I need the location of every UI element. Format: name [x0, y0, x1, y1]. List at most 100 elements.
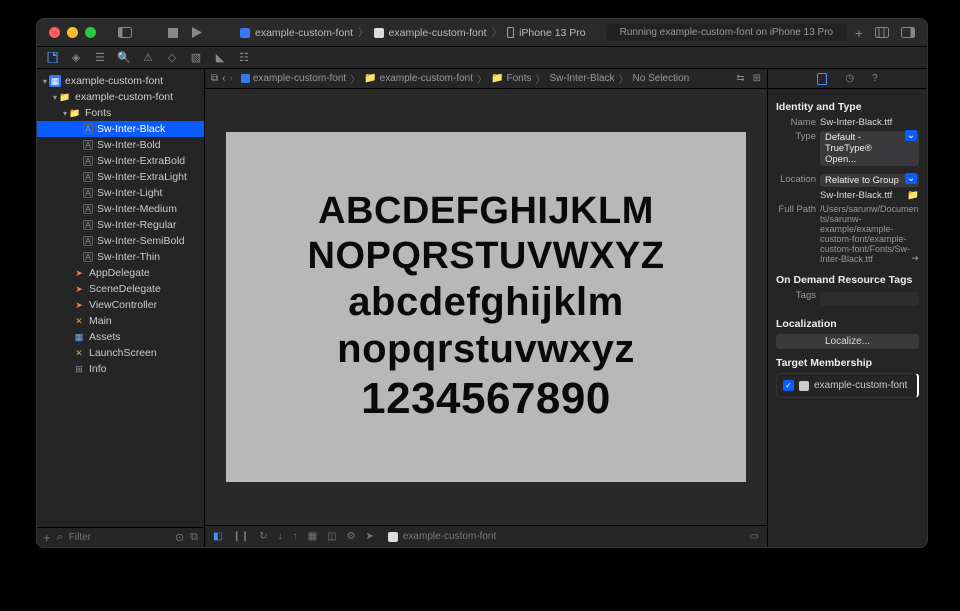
- breakpoints-toggle-icon[interactable]: ◧: [213, 531, 222, 542]
- step-into-icon[interactable]: ↓: [278, 531, 283, 542]
- debug-bar: ◧ ❙❙ ↻ ↓ ↑ ▦ ◫ ⚙ ➤ example-custom-font ▭: [205, 525, 767, 547]
- memory-graph-icon[interactable]: ◫: [327, 531, 336, 542]
- recent-icon[interactable]: ⊙: [175, 531, 184, 544]
- activity-status: Running example-custom-font on iPhone 13…: [606, 24, 847, 41]
- project-navigator: ▾▦example-custom-font ▾📁example-custom-f…: [37, 69, 205, 547]
- navigator-selector-bar: ◈ ☰ 🔍 ⚠ ◇ ▧ ◣ ☷: [37, 47, 927, 69]
- inspector-tabs: ◷ ?: [768, 69, 927, 89]
- minimize-window[interactable]: [67, 27, 78, 38]
- tree-group-row[interactable]: ▾📁example-custom-font: [37, 89, 204, 105]
- tree-font-row[interactable]: ASw-Inter-SemiBold: [37, 233, 204, 249]
- tree-file-row[interactable]: ➤AppDelegate: [37, 265, 204, 281]
- full-path-value: /Users/sarunw/Documents/sarunw-example/e…: [820, 204, 919, 264]
- report-navigator-icon[interactable]: ☷: [237, 51, 251, 64]
- adjust-editor-icon[interactable]: ⊞: [753, 73, 761, 84]
- tree-file-row[interactable]: ➤SceneDelegate: [37, 281, 204, 297]
- plist-file-icon: ⊞: [73, 363, 85, 375]
- tree-font-row[interactable]: ASw-Inter-ExtraBold: [37, 153, 204, 169]
- preview-line-3: abcdefghijklm: [348, 280, 623, 325]
- related-items-icon[interactable]: ⧉: [211, 73, 218, 84]
- tree-font-row[interactable]: ASw-Inter-Medium: [37, 201, 204, 217]
- filter-icon: ⌕: [57, 531, 63, 544]
- symbol-navigator-icon[interactable]: ☰: [93, 51, 107, 64]
- window-controls: [37, 27, 96, 38]
- test-navigator-icon[interactable]: ◇: [165, 51, 179, 64]
- tree-font-row[interactable]: ASw-Inter-Thin: [37, 249, 204, 265]
- debug-navigator-icon[interactable]: ▧: [189, 51, 203, 64]
- tree-font-row[interactable]: ASw-Inter-ExtraLight: [37, 169, 204, 185]
- process-selector[interactable]: example-custom-font: [388, 531, 496, 542]
- localize-button[interactable]: Localize...: [776, 334, 919, 349]
- tags-field[interactable]: [820, 292, 919, 306]
- tree-file-row[interactable]: ⊞Info: [37, 361, 204, 377]
- tree-file-row[interactable]: ✕Main: [37, 313, 204, 329]
- close-window[interactable]: [49, 27, 60, 38]
- file-type-select[interactable]: Default - TrueType® Open...: [820, 131, 919, 166]
- debug-view-icon[interactable]: ▦: [308, 531, 317, 542]
- help-inspector-tab-icon[interactable]: ?: [872, 73, 878, 84]
- jump-bar[interactable]: ⧉ ‹ › example-custom-font 〉 📁example-cus…: [205, 69, 767, 89]
- scheme-selector[interactable]: example-custom-font 〉 example-custom-fon…: [230, 22, 596, 43]
- tree-font-row[interactable]: ASw-Inter-Bold: [37, 137, 204, 153]
- font-file-icon: A: [83, 172, 93, 182]
- history-inspector-tab-icon[interactable]: ◷: [845, 73, 854, 84]
- target-app-icon: [374, 28, 384, 38]
- zoom-window[interactable]: [85, 27, 96, 38]
- file-tree[interactable]: ▾▦example-custom-font ▾📁example-custom-f…: [37, 69, 204, 527]
- preview-line-2: NOPQRSTUVWXYZ: [308, 235, 665, 278]
- navigator-toggle-group: [118, 27, 132, 38]
- add-files-button[interactable]: +: [43, 530, 51, 545]
- preview-line-1: ABCDEFGHIJKLM: [318, 190, 654, 233]
- inspector-panel: ◷ ? Identity and Type NameSw-Inter-Black…: [767, 69, 927, 547]
- target-checkbox[interactable]: ✓: [783, 380, 794, 391]
- breakpoint-navigator-icon[interactable]: ◣: [213, 51, 227, 64]
- tree-font-row[interactable]: ASw-Inter-Black: [37, 121, 204, 137]
- issue-navigator-icon[interactable]: ⚠: [141, 51, 155, 64]
- sidebar-right-icon[interactable]: [901, 27, 915, 38]
- forward-button[interactable]: ›: [229, 73, 232, 84]
- find-navigator-icon[interactable]: 🔍: [117, 51, 131, 64]
- stop-button[interactable]: [168, 28, 178, 38]
- source-control-navigator-icon[interactable]: ◈: [69, 51, 83, 64]
- font-file-icon: A: [83, 236, 93, 246]
- pause-button[interactable]: ❙❙: [232, 531, 249, 542]
- process-app-icon: [388, 532, 398, 542]
- target-app: example-custom-font: [389, 27, 487, 39]
- step-over-icon[interactable]: ↻: [259, 531, 267, 542]
- font-file-icon: A: [83, 220, 93, 230]
- reveal-in-finder-icon[interactable]: ➜: [911, 253, 919, 264]
- tree-file-row[interactable]: ▦Assets: [37, 329, 204, 345]
- story-file-icon: ✕: [73, 315, 85, 327]
- font-file-icon: A: [83, 140, 93, 150]
- tree-project-row[interactable]: ▾▦example-custom-font: [37, 73, 204, 89]
- project-navigator-icon[interactable]: [45, 52, 59, 63]
- swift-file-icon: ➤: [73, 299, 85, 311]
- target-name: example-custom-font: [814, 380, 907, 391]
- library-icon[interactable]: [875, 27, 889, 38]
- preview-line-4: nopqrstuvwxyz: [337, 327, 635, 372]
- navigator-footer: + ⌕ ⊙ ⧉: [37, 527, 204, 547]
- sidebar-left-icon[interactable]: [118, 27, 132, 38]
- scm-filter-icon[interactable]: ⧉: [190, 531, 198, 544]
- location-select[interactable]: Relative to Group: [820, 174, 919, 187]
- run-button[interactable]: [192, 27, 202, 38]
- font-file-icon: A: [83, 204, 93, 214]
- tree-font-row[interactable]: ASw-Inter-Regular: [37, 217, 204, 233]
- plus-icon[interactable]: +: [855, 25, 863, 41]
- choose-location-icon[interactable]: 📁: [907, 190, 919, 201]
- filter-input[interactable]: [69, 532, 149, 543]
- step-out-icon[interactable]: ↑: [293, 531, 298, 542]
- location-icon[interactable]: ➤: [365, 531, 373, 542]
- back-button[interactable]: ‹: [222, 73, 225, 84]
- tree-font-row[interactable]: ASw-Inter-Light: [37, 185, 204, 201]
- file-inspector-tab-icon[interactable]: [817, 73, 827, 85]
- tree-file-row[interactable]: ✕LaunchScreen: [37, 345, 204, 361]
- tree-file-row[interactable]: ➤ViewController: [37, 297, 204, 313]
- tree-fonts-folder-row[interactable]: ▾📁Fonts: [37, 105, 204, 121]
- editor-options-icon[interactable]: ⇆: [736, 73, 744, 84]
- font-file-icon: A: [83, 252, 93, 262]
- file-name-field[interactable]: Sw-Inter-Black.ttf: [820, 117, 919, 128]
- environment-overrides-icon[interactable]: ⚙: [347, 531, 356, 542]
- debug-console-toggle-icon[interactable]: ▭: [750, 531, 759, 542]
- xcode-window: example-custom-font 〉 example-custom-fon…: [36, 18, 928, 548]
